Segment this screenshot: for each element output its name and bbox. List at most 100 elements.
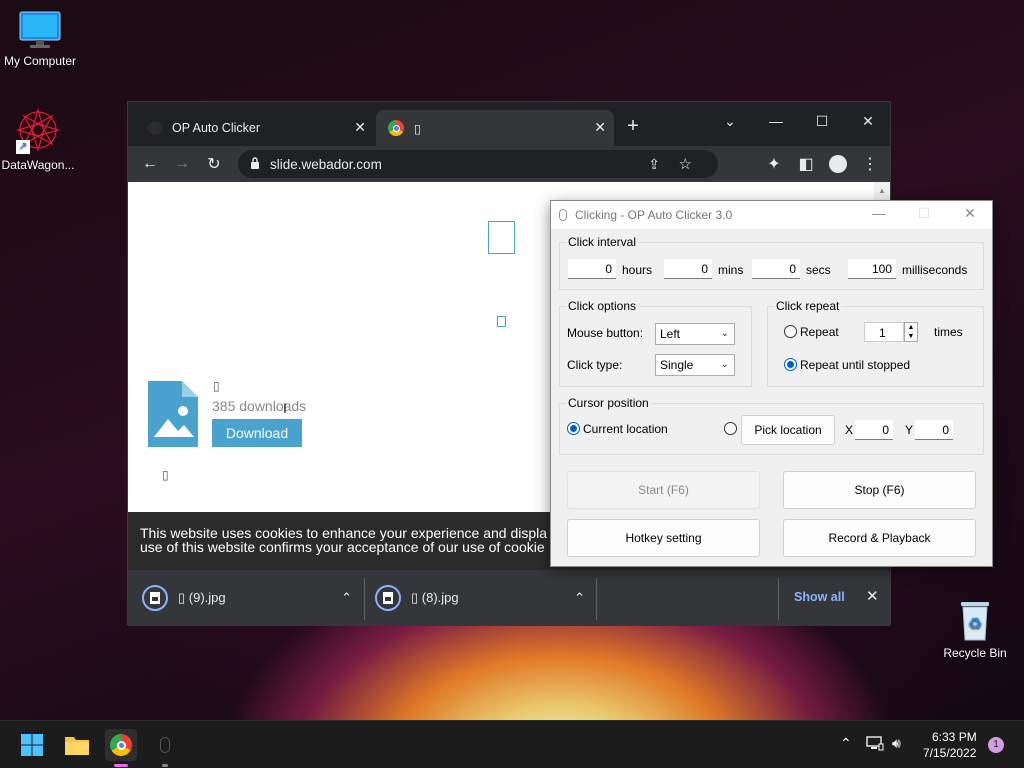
mins-input[interactable]: 0 [664, 259, 712, 279]
desktop-icon-label: DataWagon... [1, 158, 75, 172]
click-type-select[interactable]: Single ⌄ [655, 354, 735, 376]
divider [364, 578, 365, 620]
click-type-value: Single [660, 358, 694, 372]
hours-input[interactable]: 0 [568, 259, 616, 279]
image-placeholder-box [488, 221, 515, 254]
taskbar: ⌃ 🔊︎ 6:33 PM 7/15/2022 1 [0, 720, 1024, 768]
maximize-button[interactable]: ☐ [802, 108, 842, 134]
clock-time[interactable]: 6:33 PM [932, 730, 977, 744]
forward-arrow-icon[interactable]: → [170, 152, 194, 176]
chevron-up-icon[interactable]: ⌃ [574, 590, 585, 606]
hotkey-setting-button[interactable]: Hotkey setting [567, 519, 760, 557]
network-icon[interactable] [866, 735, 884, 754]
shortcut-arrow-icon: ↗ [16, 140, 30, 154]
close-icon[interactable]: ✕ [594, 119, 606, 136]
desktop-icon-my-computer[interactable]: My Computer [0, 10, 80, 68]
times-label: times [934, 325, 963, 339]
close-shelf-icon[interactable]: ✕ [866, 587, 879, 605]
svg-text:♻: ♻ [968, 614, 982, 633]
active-indicator [114, 764, 128, 767]
mouse-button-select[interactable]: Left ⌄ [655, 323, 735, 345]
record-playback-button[interactable]: Record & Playback [783, 519, 976, 557]
bookmark-star-icon[interactable]: ☆ [679, 155, 692, 173]
mouse-icon [559, 209, 567, 221]
milliseconds-label: milliseconds [902, 263, 968, 277]
menu-kebab-icon[interactable]: ⋮ [858, 152, 882, 176]
pick-location-button[interactable]: Pick location [741, 415, 835, 445]
repeat-until-stopped-radio[interactable] [784, 358, 797, 371]
y-label: Y [905, 423, 914, 437]
repeat-count-input[interactable]: 1 [864, 322, 904, 342]
desktop-icon-recycle-bin[interactable]: ♻ Recycle Bin [935, 598, 1015, 660]
tab-title: OP Auto Clicker [172, 121, 261, 135]
address-bar[interactable]: slide.webador.com ⇪ ☆ [238, 150, 718, 178]
start-button-windows-icon[interactable] [16, 729, 48, 761]
new-tab-button[interactable]: + [618, 113, 648, 139]
desktop-icon-datawagon[interactable]: ↗ DataWagon... [0, 106, 78, 172]
back-arrow-icon[interactable]: ← [138, 152, 162, 176]
x-coordinate-input[interactable]: 0 [855, 420, 893, 440]
maximize-button: ☐ [917, 205, 931, 221]
tab-active[interactable]: ▯ ✕ [376, 110, 614, 146]
text-cursor-icon: Ι [283, 400, 287, 416]
monitor-icon [18, 10, 62, 50]
file-icon [142, 585, 168, 611]
chevron-up-icon[interactable]: ⌃ [341, 590, 352, 606]
repeat-radio[interactable] [784, 325, 797, 338]
download-button[interactable]: Download [212, 419, 302, 447]
click-repeat-label: Click repeat [774, 299, 842, 313]
y-coordinate-input[interactable]: 0 [915, 420, 953, 440]
tab-title: ▯ [414, 121, 421, 136]
repeat-radio-label: Repeat [800, 325, 839, 339]
click-interval-label: Click interval [566, 235, 639, 249]
extensions-icon[interactable]: ✦ [762, 152, 786, 176]
minimize-button[interactable]: — [756, 108, 796, 134]
tab-favicon [148, 121, 162, 135]
minimize-button[interactable]: — [864, 205, 894, 225]
pick-location-radio[interactable] [724, 422, 737, 435]
profile-icon[interactable] [826, 152, 850, 176]
auto-clicker-window: Clicking - OP Auto Clicker 3.0 — ☐ ✕ Cli… [550, 200, 993, 567]
download-item[interactable]: ▯ (9).jpg ⌃ [142, 580, 352, 616]
side-panel-icon[interactable]: ◧ [794, 152, 818, 176]
chevron-down-icon: ⌄ [720, 359, 729, 370]
divider [596, 578, 597, 620]
close-window-button[interactable]: ✕ [955, 205, 985, 225]
close-icon[interactable]: ✕ [354, 119, 366, 136]
click-repeat-group [767, 306, 984, 387]
clock-date[interactable]: 7/15/2022 [923, 746, 976, 760]
current-location-radio[interactable] [567, 422, 580, 435]
scroll-up-arrow-icon[interactable]: ▲ [878, 186, 886, 195]
file-icon [375, 585, 401, 611]
spin-down-icon[interactable]: ▼ [905, 332, 917, 341]
file-explorer-icon[interactable] [61, 729, 93, 761]
repeat-spinner[interactable]: ▲ ▼ [904, 322, 918, 342]
repeat-until-stopped-label: Repeat until stopped [800, 358, 911, 372]
share-icon[interactable]: ⇪ [648, 156, 660, 173]
show-hidden-icons-chevron-icon[interactable]: ⌃ [840, 735, 852, 752]
milliseconds-input[interactable]: 100 [848, 259, 896, 279]
volume-icon[interactable]: 🔊︎ [892, 735, 901, 752]
mouse-button-label: Mouse button: [567, 326, 644, 340]
download-item[interactable]: ▯ (8).jpg ⌃ [375, 580, 585, 616]
chrome-taskbar-icon[interactable] [105, 729, 137, 767]
mins-label: mins [718, 263, 744, 277]
auto-clicker-taskbar-icon[interactable] [149, 729, 181, 767]
stop-button[interactable]: Stop (F6) [783, 471, 976, 509]
secs-input[interactable]: 0 [752, 259, 800, 279]
tab-search-chevron-icon[interactable]: ⌄ [710, 108, 750, 134]
download-filename: ▯ (9).jpg [178, 590, 226, 605]
downloads-count: 385 downloads [212, 398, 307, 414]
notification-badge[interactable]: 1 [988, 737, 1004, 753]
secs-label: secs [806, 263, 831, 277]
reload-icon[interactable]: ↻ [202, 152, 226, 176]
chrome-favicon-icon [388, 120, 404, 136]
address-text: slide.webador.com [270, 156, 382, 172]
show-all-button[interactable]: Show all [794, 590, 845, 604]
file-name-glyph: ▯ [213, 379, 220, 393]
close-window-button[interactable]: ✕ [848, 108, 888, 134]
start-button[interactable]: Start (F6) [567, 471, 760, 509]
tab-op-auto-clicker[interactable]: OP Auto Clicker ✕ [136, 110, 374, 146]
spin-up-icon[interactable]: ▲ [905, 323, 917, 332]
file-image-icon [148, 381, 198, 447]
